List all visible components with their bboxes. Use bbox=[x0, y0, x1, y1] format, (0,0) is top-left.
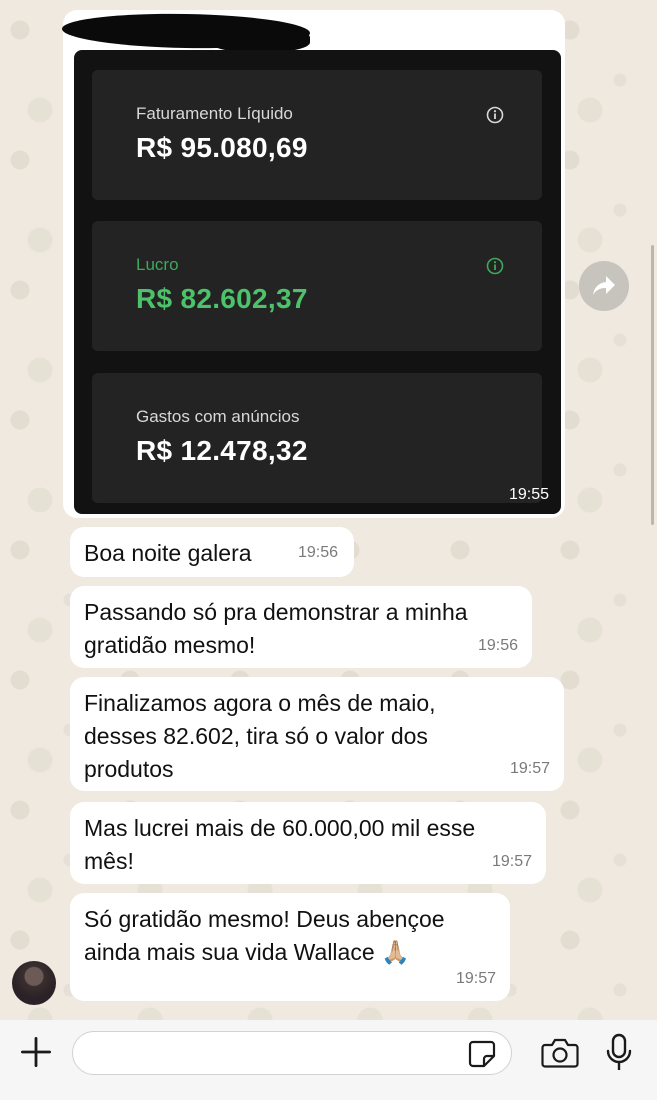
forward-arrow-icon bbox=[593, 276, 615, 295]
profit-card: Lucro R$ 82.602,37 bbox=[92, 221, 542, 351]
message-text: Passando só pra demonstrar a minha grati… bbox=[84, 599, 468, 658]
mic-icon[interactable] bbox=[605, 1033, 633, 1073]
scrollbar[interactable] bbox=[651, 245, 654, 525]
chat-area[interactable]: Faturamento Líquido R$ 95.080,69 Lucro R… bbox=[0, 0, 657, 1020]
profit-value: R$ 82.602,37 bbox=[136, 283, 308, 314]
revenue-label: Faturamento Líquido bbox=[136, 104, 293, 123]
dashboard-screenshot-image[interactable]: Faturamento Líquido R$ 95.080,69 Lucro R… bbox=[74, 50, 561, 514]
message-time: 19:56 bbox=[297, 544, 338, 561]
profit-label: Lucro bbox=[136, 255, 179, 274]
redacted-sender-name-tail bbox=[210, 28, 310, 52]
info-icon bbox=[486, 106, 504, 124]
ad-spend-card: Gastos com anúncios R$ 12.478,32 bbox=[92, 373, 542, 503]
message-bubble[interactable]: Só gratidão mesmo! Deus abençoe ainda ma… bbox=[70, 893, 510, 1001]
message-bubble[interactable]: Mas lucrei mais de 60.000,00 mil esse mê… bbox=[70, 802, 546, 884]
info-icon bbox=[486, 257, 504, 275]
revenue-value: R$ 95.080,69 bbox=[136, 132, 308, 163]
message-bubble[interactable]: Boa noite galera 19:56 bbox=[70, 527, 354, 577]
revenue-card: Faturamento Líquido R$ 95.080,69 bbox=[92, 70, 542, 200]
message-text: Finalizamos agora o mês de maio, desses … bbox=[84, 690, 436, 782]
message-time: 19:57 bbox=[491, 853, 532, 870]
message-time: 19:57 bbox=[509, 760, 550, 777]
message-text: Boa noite galera bbox=[84, 540, 252, 566]
sender-avatar[interactable] bbox=[12, 961, 56, 1005]
forward-button[interactable] bbox=[579, 261, 629, 311]
message-time: 19:55 bbox=[508, 486, 549, 503]
ad-spend-value: R$ 12.478,32 bbox=[136, 435, 308, 466]
message-time: 19:57 bbox=[455, 970, 496, 987]
ad-spend-label: Gastos com anúncios bbox=[136, 407, 300, 426]
message-input[interactable] bbox=[72, 1031, 512, 1075]
camera-icon[interactable] bbox=[541, 1037, 579, 1069]
message-bubble[interactable]: Finalizamos agora o mês de maio, desses … bbox=[70, 677, 564, 791]
plus-icon[interactable] bbox=[18, 1034, 54, 1070]
message-text: Só gratidão mesmo! Deus abençoe ainda ma… bbox=[84, 906, 445, 965]
message-bubble[interactable]: Passando só pra demonstrar a minha grati… bbox=[70, 586, 532, 668]
message-time: 19:56 bbox=[477, 637, 518, 654]
message-text: Mas lucrei mais de 60.000,00 mil esse mê… bbox=[84, 815, 476, 874]
sticker-icon[interactable] bbox=[467, 1039, 497, 1069]
